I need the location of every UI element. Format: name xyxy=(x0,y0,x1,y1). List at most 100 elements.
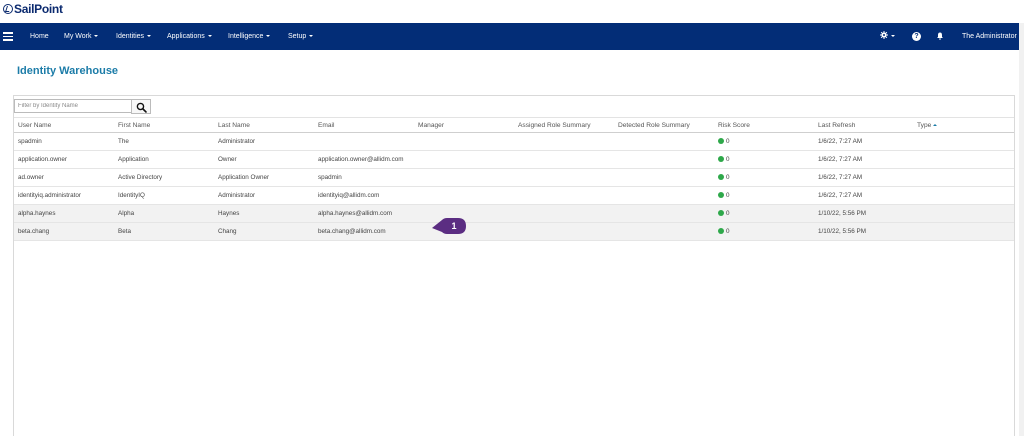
cell-last-refresh: 1/6/22, 7:27 AM xyxy=(818,174,863,181)
search-icon xyxy=(136,102,147,113)
menu-icon[interactable] xyxy=(3,32,13,41)
cell-last-name: Chang xyxy=(218,228,237,235)
cell-first-name: Active Directory xyxy=(118,174,163,181)
chevron-down-icon xyxy=(147,35,152,37)
nav-intelligence-label: Intelligence xyxy=(228,33,264,40)
chevron-down-icon xyxy=(309,35,314,37)
sailpoint-logo-icon xyxy=(3,4,13,14)
cell-risk-score: 0 xyxy=(718,205,730,223)
cell-first-name: Alpha xyxy=(118,210,135,217)
chevron-down-icon xyxy=(94,35,99,37)
cell-last-name: Application Owner xyxy=(218,174,270,181)
risk-status-dot-icon xyxy=(718,228,724,234)
cell-risk-score: 0 xyxy=(718,187,730,205)
nav-home-label: Home xyxy=(30,33,49,40)
column-header-user-name[interactable]: User Name xyxy=(18,118,51,133)
chevron-down-icon xyxy=(207,35,212,37)
brand-name: SailPoint xyxy=(14,2,63,16)
risk-status-dot-icon xyxy=(718,210,724,216)
cell-user-name: application.owner xyxy=(18,156,68,163)
risk-score-value: 0 xyxy=(726,210,730,217)
cell-user-name: spadmin xyxy=(18,138,42,145)
search-button[interactable] xyxy=(131,99,151,114)
table-header: User Name First Name Last Name Email Man… xyxy=(14,117,1014,133)
chevron-down-icon xyxy=(266,35,271,37)
risk-score-value: 0 xyxy=(726,138,730,145)
nav-setup-label: Setup xyxy=(288,33,307,40)
cell-last-refresh: 1/6/22, 7:27 AM xyxy=(818,156,863,163)
column-header-detected-role-summary[interactable]: Detected Role Summary xyxy=(618,118,690,133)
cell-email: alpha.haynes@allidm.com xyxy=(318,210,392,217)
column-header-last-refresh[interactable]: Last Refresh xyxy=(818,118,855,133)
column-header-first-name[interactable]: First Name xyxy=(118,118,150,133)
nav-intelligence[interactable]: Intelligence xyxy=(228,23,271,50)
cell-first-name: IdentityIQ xyxy=(118,192,145,199)
brand-bar: SailPoint xyxy=(0,0,1024,22)
cell-last-refresh: 1/10/22, 5:56 PM xyxy=(818,228,866,235)
cell-last-refresh: 1/6/22, 7:27 AM xyxy=(818,138,863,145)
table-row[interactable]: alpha.haynes Alpha Haynes alpha.haynes@a… xyxy=(14,205,1014,223)
column-header-type[interactable]: Type xyxy=(917,118,938,133)
table-row[interactable]: identityiq.administrator IdentityIQ Admi… xyxy=(14,187,1014,205)
cell-last-refresh: 1/6/22, 7:27 AM xyxy=(818,192,863,199)
cell-first-name: The xyxy=(118,138,129,145)
identity-table: User Name First Name Last Name Email Man… xyxy=(14,117,1014,241)
table-row[interactable]: ad.owner Active Directory Application Ow… xyxy=(14,169,1014,187)
risk-score-value: 0 xyxy=(726,192,730,199)
cell-last-name: Haynes xyxy=(218,210,240,217)
cell-risk-score: 0 xyxy=(718,151,730,169)
cell-email: beta.chang@allidm.com xyxy=(318,228,386,235)
cell-email: identityiq@allidm.com xyxy=(318,192,380,199)
chevron-down-icon xyxy=(891,35,895,37)
user-menu[interactable]: The Administrator xyxy=(962,23,1024,50)
help-icon[interactable]: ? xyxy=(912,32,921,41)
risk-status-dot-icon xyxy=(718,138,724,144)
cell-user-name: beta.chang xyxy=(18,228,50,235)
risk-score-value: 0 xyxy=(726,174,730,181)
callout-number: 1 xyxy=(451,221,457,231)
nav-my-work[interactable]: My Work xyxy=(64,23,99,50)
settings-menu[interactable] xyxy=(880,23,895,50)
nav-identities-label: Identities xyxy=(116,33,145,40)
risk-score-value: 0 xyxy=(726,228,730,235)
risk-status-dot-icon xyxy=(718,174,724,180)
user-menu-label: The Administrator xyxy=(962,33,1017,40)
nav-my-work-label: My Work xyxy=(64,33,92,40)
gear-icon xyxy=(880,31,888,39)
cell-email: application.owner@allidm.com xyxy=(318,156,404,163)
column-header-last-name[interactable]: Last Name xyxy=(218,118,250,133)
sort-ascending-icon xyxy=(933,124,938,126)
cell-user-name: identityiq.administrator xyxy=(18,192,81,199)
cell-last-name: Administrator xyxy=(218,192,256,199)
risk-score-value: 0 xyxy=(726,156,730,163)
table-row[interactable]: application.owner Application Owner appl… xyxy=(14,151,1014,169)
main-navbar: Home My Work Identities Applications Int… xyxy=(0,23,1024,50)
sailpoint-logo[interactable]: SailPoint xyxy=(3,2,63,16)
search-input[interactable] xyxy=(14,99,132,113)
cell-last-name: Administrator xyxy=(218,138,256,145)
column-header-email[interactable]: Email xyxy=(318,118,335,133)
risk-status-dot-icon xyxy=(718,156,724,162)
nav-identities[interactable]: Identities xyxy=(116,23,152,50)
column-header-assigned-role-summary[interactable]: Assigned Role Summary xyxy=(518,118,591,133)
risk-status-dot-icon xyxy=(718,192,724,198)
page-scrollbar[interactable] xyxy=(1019,23,1024,436)
bell-icon[interactable] xyxy=(936,32,944,40)
cell-user-name: alpha.haynes xyxy=(18,210,56,217)
nav-applications-label: Applications xyxy=(167,33,205,40)
nav-applications[interactable]: Applications xyxy=(167,23,212,50)
cell-first-name: Beta xyxy=(118,228,131,235)
cell-last-name: Owner xyxy=(218,156,237,163)
nav-setup[interactable]: Setup xyxy=(288,23,314,50)
table-row[interactable]: spadmin The Administrator 0 1/6/22, 7:27… xyxy=(14,133,1014,151)
column-header-risk-score[interactable]: Risk Score xyxy=(718,118,750,133)
column-header-manager[interactable]: Manager xyxy=(418,118,444,133)
cell-last-refresh: 1/10/22, 5:56 PM xyxy=(818,210,866,217)
cell-risk-score: 0 xyxy=(718,223,730,241)
cell-user-name: ad.owner xyxy=(18,174,44,181)
page-title: Identity Warehouse xyxy=(17,65,119,77)
cell-first-name: Application xyxy=(118,156,149,163)
table-row[interactable]: beta.chang Beta Chang beta.chang@allidm.… xyxy=(14,223,1014,241)
cell-email: spadmin xyxy=(318,174,342,181)
nav-home[interactable]: Home xyxy=(30,23,49,50)
